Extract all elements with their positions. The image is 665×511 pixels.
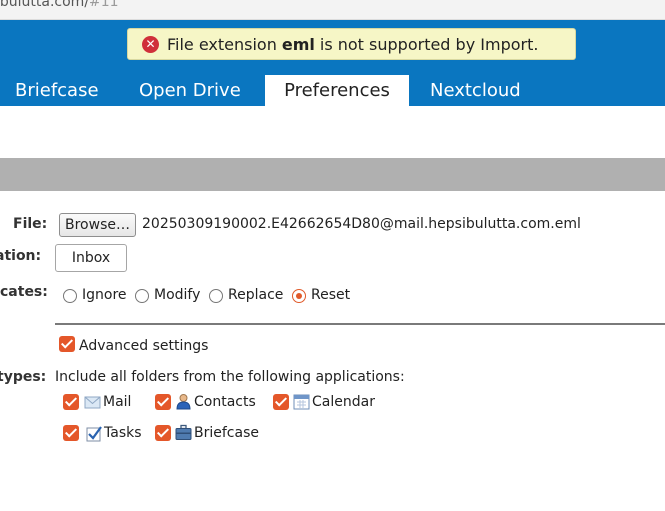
briefcase-checkbox[interactable] — [155, 425, 171, 441]
tab-briefcase[interactable]: Briefcase — [15, 75, 99, 106]
duplicates-modify-radio[interactable] — [135, 289, 149, 303]
browser-url-bar[interactable]: ibulutta.com/#11 — [0, 0, 665, 20]
notification-prefix: File extension — [167, 34, 277, 54]
file-label: File: — [13, 216, 48, 232]
types-label: types: — [0, 369, 47, 385]
tab-nextcloud[interactable]: Nextcloud — [430, 75, 521, 106]
error-notification: ✕ File extension eml is not supported by… — [127, 28, 576, 60]
briefcase-label: Briefcase — [194, 425, 259, 441]
divider — [55, 323, 665, 325]
mail-label: Mail — [103, 394, 132, 410]
tasks-label: Tasks — [104, 425, 142, 441]
advanced-settings-label: Advanced settings — [79, 338, 209, 354]
duplicates-replace-radio[interactable] — [209, 289, 223, 303]
notification-suffix: is not supported by Import. — [319, 34, 539, 54]
duplicates-replace-label: Replace — [228, 287, 284, 303]
types-intro-text: Include all folders from the following a… — [55, 369, 405, 385]
destination-label: ation: — [0, 248, 42, 264]
tasks-icon — [86, 425, 103, 442]
briefcase-icon — [175, 424, 192, 441]
calendar-icon — [293, 393, 310, 410]
contacts-icon — [175, 393, 192, 410]
notification-extension: eml — [281, 34, 315, 54]
calendar-label: Calendar — [312, 394, 375, 410]
duplicates-ignore-label: Ignore — [82, 287, 127, 303]
mail-icon — [84, 394, 101, 411]
advanced-settings-checkbox[interactable] — [59, 336, 75, 352]
duplicates-reset-label: Reset — [311, 287, 351, 303]
section-header-bar — [0, 158, 665, 191]
error-icon: ✕ — [142, 35, 159, 53]
tab-open-drive[interactable]: Open Drive — [139, 75, 241, 106]
duplicates-modify-label: Modify — [154, 287, 201, 303]
mail-checkbox[interactable] — [63, 394, 79, 410]
selected-file-name: 20250309190002.E42662654D80@mail.hepsibu… — [142, 216, 581, 232]
url-text: ibulutta.com/#11 — [0, 0, 119, 10]
tab-preferences[interactable]: Preferences — [265, 75, 409, 106]
duplicates-reset-radio[interactable] — [292, 289, 306, 303]
duplicates-ignore-radio[interactable] — [63, 289, 77, 303]
browse-button[interactable]: Browse… — [59, 213, 136, 237]
destination-folder-button[interactable]: Inbox — [55, 244, 127, 272]
calendar-checkbox[interactable] — [273, 394, 289, 410]
contacts-checkbox[interactable] — [155, 394, 171, 410]
contacts-label: Contacts — [194, 394, 256, 410]
duplicates-label: cates: — [0, 284, 48, 300]
tasks-checkbox[interactable] — [63, 425, 79, 441]
